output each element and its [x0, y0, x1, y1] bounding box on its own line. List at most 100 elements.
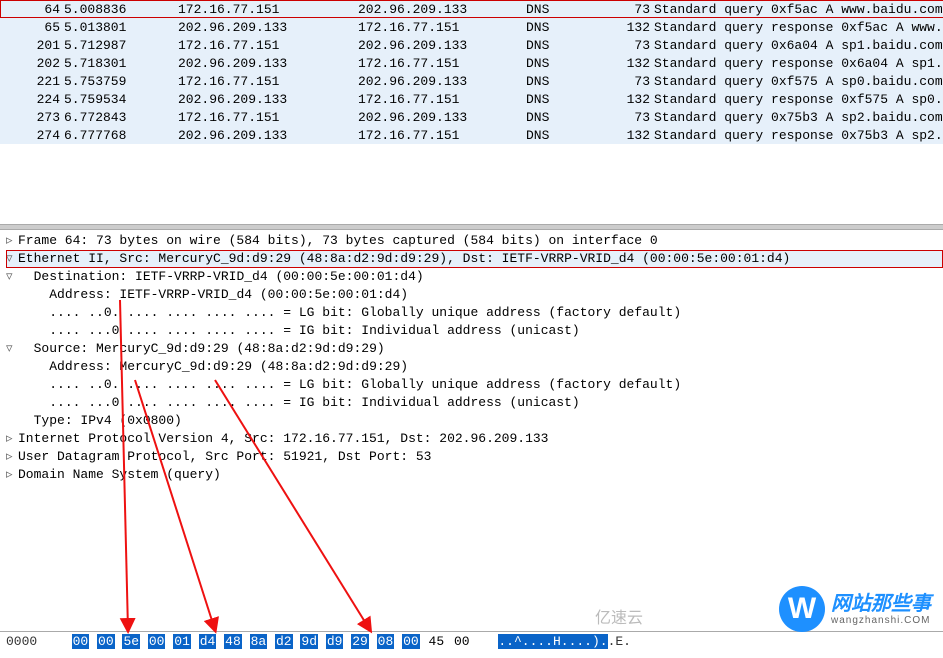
- col-src: 202.96.209.133: [174, 20, 358, 35]
- col-proto: DNS: [526, 110, 586, 125]
- col-dst: 202.96.209.133: [358, 2, 526, 17]
- packet-details[interactable]: ▹Frame 64: 73 bytes on wire (584 bits), …: [0, 230, 943, 486]
- col-info: Standard query 0x75b3 A sp2.baidu.com: [654, 110, 943, 125]
- detail-line[interactable]: ▿ Destination: IETF-VRRP-VRID_d4 (00:00:…: [6, 268, 943, 286]
- hex-dump[interactable]: 00 00 00 00 5e 00 01 d4 48 8a d2 9d d9 29…: [0, 631, 943, 658]
- col-no: 274: [0, 128, 64, 143]
- packet-row[interactable]: 2025.718301202.96.209.133172.16.77.151DN…: [0, 54, 943, 72]
- expand-caret-icon[interactable]: ▿: [6, 340, 18, 358]
- detail-line[interactable]: .... ...0 .... .... .... .... = IG bit: …: [6, 322, 943, 340]
- packet-row[interactable]: 2746.777768202.96.209.133172.16.77.151DN…: [0, 126, 943, 144]
- col-no: 221: [0, 74, 64, 89]
- col-len: 73: [586, 110, 654, 125]
- detail-text: .... ...0 .... .... .... .... = IG bit: …: [49, 323, 580, 338]
- col-info: Standard query response 0x6a04 A sp1.ba: [654, 56, 943, 71]
- detail-line[interactable]: ▿ Source: MercuryC_9d:d9:29 (48:8a:d2:9d…: [6, 340, 943, 358]
- detail-text: .... ...0 .... .... .... .... = IG bit: …: [49, 395, 580, 410]
- detail-line[interactable]: Address: MercuryC_9d:d9:29 (48:8a:d2:9d:…: [6, 358, 943, 376]
- detail-text: .... ..0. .... .... .... .... = LG bit: …: [49, 305, 681, 320]
- hex-byte[interactable]: 00: [453, 634, 471, 649]
- col-info: Standard query 0xf575 A sp0.baidu.com: [654, 74, 943, 89]
- col-info: Standard query 0xf5ac A www.baidu.com: [654, 2, 943, 17]
- hex-byte[interactable]: 00: [72, 634, 90, 649]
- detail-line[interactable]: Address: IETF-VRRP-VRID_d4 (00:00:5e:00:…: [6, 286, 943, 304]
- detail-line[interactable]: ▹User Datagram Protocol, Src Port: 51921…: [6, 448, 943, 466]
- col-src: 202.96.209.133: [174, 128, 358, 143]
- detail-line[interactable]: ▿Ethernet II, Src: MercuryC_9d:d9:29 (48…: [6, 250, 943, 268]
- packet-list[interactable]: 645.008836172.16.77.151202.96.209.133DNS…: [0, 0, 943, 144]
- watermark-wzns: W 网站那些事 wangzhanshi.COM: [779, 586, 931, 632]
- col-proto: DNS: [526, 74, 586, 89]
- hex-byte[interactable]: 00: [148, 634, 166, 649]
- detail-text: Destination: IETF-VRRP-VRID_d4 (00:00:5e…: [34, 269, 424, 284]
- hex-byte[interactable]: d2: [275, 634, 293, 649]
- expand-caret-icon[interactable]: ▿: [6, 250, 18, 268]
- col-dst: 172.16.77.151: [358, 56, 526, 71]
- watermark-cn: 网站那些事: [831, 593, 931, 615]
- hex-byte[interactable]: 5e: [122, 634, 140, 649]
- col-dst: 172.16.77.151: [358, 128, 526, 143]
- col-proto: DNS: [526, 128, 586, 143]
- detail-line[interactable]: .... ...0 .... .... .... .... = IG bit: …: [6, 394, 943, 412]
- packet-row[interactable]: 2245.759534202.96.209.133172.16.77.151DN…: [0, 90, 943, 108]
- expand-caret-icon[interactable]: ▹: [6, 466, 18, 484]
- hex-byte[interactable]: d4: [199, 634, 217, 649]
- hex-byte[interactable]: 48: [224, 634, 242, 649]
- hex-byte[interactable]: 45: [428, 634, 446, 649]
- col-proto: DNS: [526, 2, 586, 17]
- col-proto: DNS: [526, 20, 586, 35]
- detail-line[interactable]: .... ..0. .... .... .... .... = LG bit: …: [6, 376, 943, 394]
- detail-text: Type: IPv4 (0x0800): [34, 413, 182, 428]
- hex-byte[interactable]: 01: [173, 634, 191, 649]
- expand-caret-icon[interactable]: ▹: [6, 232, 18, 250]
- col-no: 64: [0, 2, 64, 17]
- col-time: 5.712987: [64, 38, 174, 53]
- col-time: 5.718301: [64, 56, 174, 71]
- hex-byte[interactable]: 29: [351, 634, 369, 649]
- hex-byte[interactable]: 8a: [250, 634, 268, 649]
- detail-text: Ethernet II, Src: MercuryC_9d:d9:29 (48:…: [18, 251, 790, 266]
- hex-byte[interactable]: d9: [326, 634, 344, 649]
- packet-row[interactable]: 2015.712987172.16.77.151202.96.209.133DN…: [0, 36, 943, 54]
- expand-caret-icon[interactable]: ▹: [6, 448, 18, 466]
- hex-byte[interactable]: 00: [402, 634, 420, 649]
- detail-line[interactable]: ▹Internet Protocol Version 4, Src: 172.1…: [6, 430, 943, 448]
- expand-caret-icon[interactable]: ▿: [6, 268, 18, 286]
- detail-text: Source: MercuryC_9d:d9:29 (48:8a:d2:9d:d…: [34, 341, 385, 356]
- detail-line[interactable]: Type: IPv4 (0x0800): [6, 412, 943, 430]
- col-len: 132: [586, 92, 654, 107]
- col-src: 172.16.77.151: [174, 74, 358, 89]
- col-dst: 202.96.209.133: [358, 74, 526, 89]
- col-no: 202: [0, 56, 64, 71]
- col-len: 132: [586, 56, 654, 71]
- col-no: 273: [0, 110, 64, 125]
- detail-line[interactable]: ▹Domain Name System (query): [6, 466, 943, 484]
- hex-byte[interactable]: 00: [97, 634, 115, 649]
- col-dst: 172.16.77.151: [358, 92, 526, 107]
- detail-text: Domain Name System (query): [18, 467, 221, 482]
- detail-line[interactable]: .... ..0. .... .... .... .... = LG bit: …: [6, 304, 943, 322]
- col-src: 172.16.77.151: [174, 2, 358, 17]
- col-len: 73: [586, 74, 654, 89]
- col-len: 132: [586, 128, 654, 143]
- detail-text: .... ..0. .... .... .... .... = LG bit: …: [49, 377, 681, 392]
- hex-byte[interactable]: 9d: [300, 634, 318, 649]
- packet-row[interactable]: 2215.753759172.16.77.151202.96.209.133DN…: [0, 72, 943, 90]
- watermark-en: wangzhanshi.COM: [831, 615, 931, 626]
- col-no: 65: [0, 20, 64, 35]
- col-time: 5.013801: [64, 20, 174, 35]
- detail-line[interactable]: ▹Frame 64: 73 bytes on wire (584 bits), …: [6, 232, 943, 250]
- col-len: 73: [586, 2, 654, 17]
- detail-text: User Datagram Protocol, Src Port: 51921,…: [18, 449, 431, 464]
- col-info: Standard query response 0xf575 A sp0.ba: [654, 92, 943, 107]
- packet-row[interactable]: 655.013801202.96.209.133172.16.77.151DNS…: [0, 18, 943, 36]
- expand-caret-icon[interactable]: ▹: [6, 430, 18, 448]
- col-proto: DNS: [526, 38, 586, 53]
- packet-row[interactable]: 2736.772843172.16.77.151202.96.209.133DN…: [0, 108, 943, 126]
- col-src: 202.96.209.133: [174, 56, 358, 71]
- col-info: Standard query response 0x75b3 A sp2.ba: [654, 128, 943, 143]
- packet-row[interactable]: 645.008836172.16.77.151202.96.209.133DNS…: [0, 0, 943, 18]
- hex-byte[interactable]: 08: [377, 634, 395, 649]
- col-dst: 202.96.209.133: [358, 110, 526, 125]
- col-proto: DNS: [526, 56, 586, 71]
